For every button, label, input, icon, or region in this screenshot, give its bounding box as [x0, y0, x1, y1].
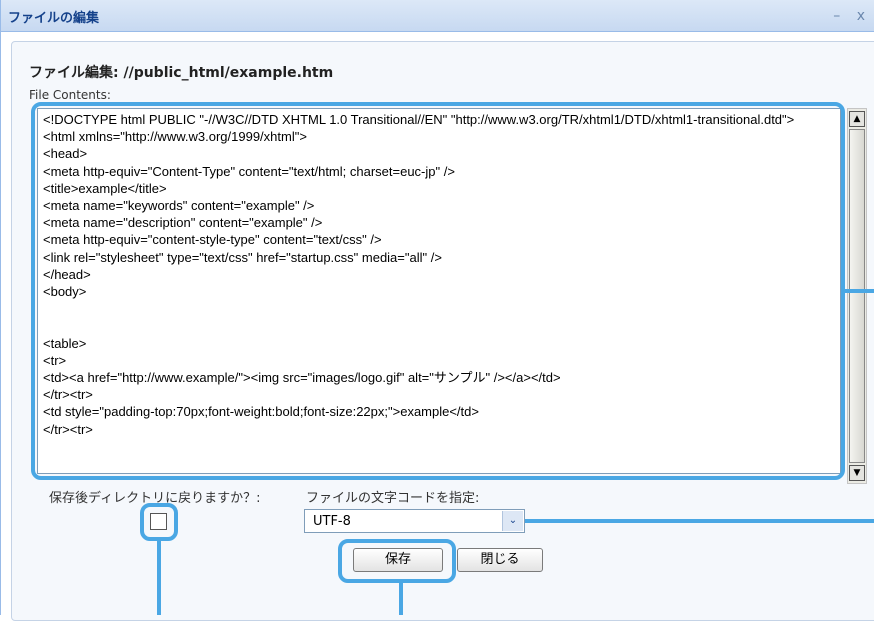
file-contents-label: File Contents:: [29, 88, 111, 102]
scrollbar-thumb[interactable]: [849, 129, 865, 463]
encoding-value: UTF-8: [313, 514, 351, 529]
close-button[interactable]: 閉じる: [457, 548, 543, 572]
checkbox-highlight-connector: [157, 541, 161, 615]
window-controls[interactable]: – x: [833, 8, 871, 24]
chevron-down-icon[interactable]: ⌄: [502, 511, 523, 531]
page-title: ファイル編集: //public_html/example.htm: [29, 65, 334, 81]
checkbox-highlight: [140, 503, 178, 541]
select-highlight-connector: [525, 519, 874, 523]
editor-scrollbar[interactable]: ▲ ▼: [847, 108, 867, 484]
encoding-select[interactable]: UTF-8 ⌄: [304, 509, 525, 533]
edit-file-dialog: ファイルの編集 – x ファイル編集: //public_html/exampl…: [0, 0, 874, 621]
encoding-label: ファイルの文字コードを指定:: [306, 491, 480, 506]
scroll-down-icon[interactable]: ▼: [849, 465, 865, 481]
dialog-titlebar[interactable]: ファイルの編集 – x: [1, 0, 874, 32]
save-highlight: [338, 539, 456, 583]
scroll-up-icon[interactable]: ▲: [849, 111, 865, 127]
save-highlight-connector: [399, 583, 403, 615]
dialog-title: ファイルの編集: [8, 11, 100, 26]
editor-highlight: [31, 102, 845, 480]
editor-highlight-connector: [845, 289, 874, 293]
